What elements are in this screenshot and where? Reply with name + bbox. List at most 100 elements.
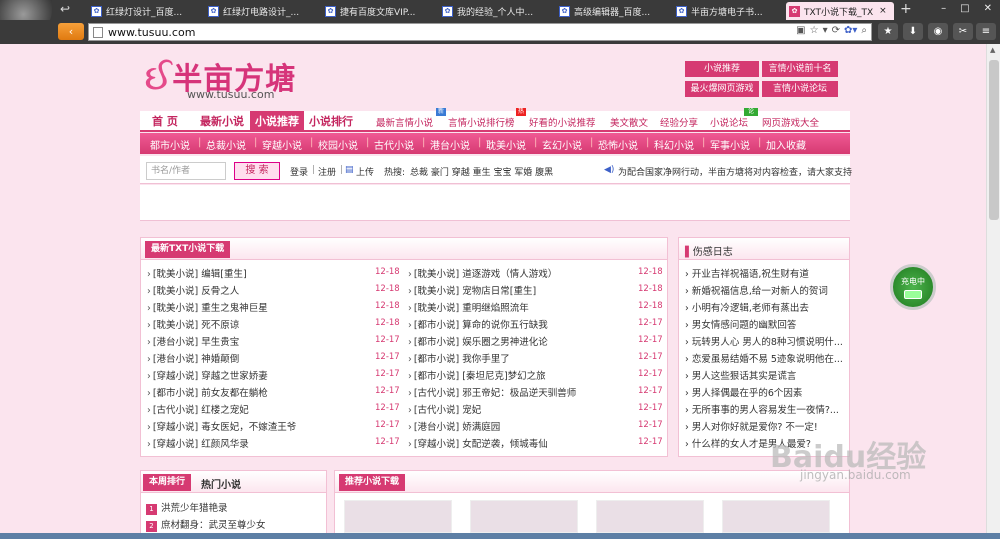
tab-hot-novels[interactable]: 热门小说: [201, 476, 241, 491]
latest-item[interactable]: › [都市小说] 算命的说你五行缺我 12-17: [408, 317, 668, 331]
side-item[interactable]: › 男人对你好就是爱你? 不一定!: [685, 419, 818, 433]
category-link[interactable]: 校园小说: [318, 137, 358, 152]
latest-item[interactable]: › [都市小说] 我你手里了 12-17: [408, 351, 668, 365]
category-link[interactable]: 都市小说: [150, 137, 190, 152]
new-tab-button[interactable]: +: [900, 1, 912, 17]
promo-link[interactable]: 最火爆网页游戏: [685, 81, 759, 97]
rank-item[interactable]: 2 庶材翻身：武灵至尊少女: [146, 517, 266, 532]
tab-3[interactable]: ✿ 捷有百度文库VIP...: [322, 2, 436, 20]
latest-item[interactable]: › [耽美小说] 道逐游戏（情人游戏） 12-18: [408, 266, 668, 280]
search-icon[interactable]: ⌕: [861, 25, 867, 36]
nav-link[interactable]: 经验分享: [660, 115, 698, 129]
nav-link[interactable]: 言情小说排行榜: [448, 115, 515, 129]
tab-6[interactable]: ✿ 半亩方塘电子书...: [673, 2, 783, 20]
latest-item[interactable]: › [耽美小说] 编辑[重生] 12-18: [147, 266, 405, 280]
tools-icon[interactable]: ✂: [953, 23, 973, 40]
category-link[interactable]: 科幻小说: [654, 137, 694, 152]
latest-item[interactable]: › [穿越小说] 女配逆袭，倾城毒仙 12-17: [408, 436, 668, 450]
category-link[interactable]: 港台小说: [430, 137, 470, 152]
charging-widget[interactable]: 充电中: [890, 264, 936, 310]
add-favorite-link[interactable]: 加入收藏: [766, 137, 806, 152]
address-bar[interactable]: www.tusuu.com ▣ ☆ ▾ ⟳ ✿▾ ⌕: [88, 23, 872, 41]
latest-item[interactable]: › [耽美小说] 死不原谅 12-18: [147, 317, 405, 331]
search-input[interactable]: 书名/作者: [146, 162, 226, 180]
latest-item[interactable]: › [港台小说] 神婚颠倒 12-17: [147, 351, 405, 365]
tab-weekly-rank[interactable]: 本周排行: [143, 474, 192, 491]
category-link[interactable]: 恐怖小说: [598, 137, 638, 152]
latest-item[interactable]: › [耽美小说] 宠物店日常[重生] 12-18: [408, 283, 668, 297]
category-link[interactable]: 总裁小说: [206, 137, 246, 152]
side-item[interactable]: › 玩转男人心 男人的8种习惯说明什...: [685, 334, 843, 348]
book-cover[interactable]: [470, 500, 578, 533]
book-cover[interactable]: [344, 500, 452, 533]
side-item[interactable]: › 新婚祝福信息,给一对新人的贺词: [685, 283, 828, 297]
promo-link[interactable]: 言情小说论坛: [762, 81, 838, 97]
book-cover[interactable]: [596, 500, 704, 533]
search-button[interactable]: 搜 索: [234, 162, 280, 180]
minimize-icon[interactable]: –: [941, 3, 946, 14]
scroll-up-icon[interactable]: ▲: [990, 46, 995, 54]
back-arrow-icon[interactable]: ↩: [60, 2, 70, 16]
menu-icon[interactable]: ≡: [976, 23, 996, 40]
promo-link[interactable]: 小说推荐: [685, 61, 759, 77]
side-item[interactable]: › 小明有冷逻辑,老师有蒸出去: [685, 300, 809, 314]
promo-link[interactable]: 言情小说前十名: [762, 61, 838, 77]
latest-item[interactable]: › [港台小说] 早生贵宝 12-17: [147, 334, 405, 348]
rank-item[interactable]: 1 洪荒少年猎艳录: [146, 500, 228, 515]
tab-1[interactable]: ✿ 红绿灯设计_百度...: [88, 2, 202, 20]
download-icon[interactable]: ⬇: [903, 23, 923, 40]
nav-ranking[interactable]: 小说排行: [309, 111, 353, 132]
close-tab-icon[interactable]: ×: [879, 6, 887, 16]
nav-latest[interactable]: 最新小说: [200, 111, 244, 132]
latest-item[interactable]: › [穿越小说] 红颜风华录 12-17: [147, 436, 405, 450]
bookmark-star-icon[interactable]: ☆: [810, 25, 819, 36]
tab-5[interactable]: ✿ 高级编辑器_百度...: [556, 2, 670, 20]
latest-item[interactable]: › [古代小说] 红楼之宠妃 12-17: [147, 402, 405, 416]
side-item[interactable]: › 恋爱虽易结婚不易 5迹象说明他在...: [685, 351, 843, 365]
nav-link[interactable]: 最新言情小说: [376, 115, 433, 129]
nav-link[interactable]: 小说论坛: [710, 115, 748, 129]
latest-item[interactable]: › [耽美小说] 重明继焰照流年 12-18: [408, 300, 668, 314]
side-item[interactable]: › 男女情感问题的幽默回答: [685, 317, 796, 331]
close-window-icon[interactable]: ✕: [984, 3, 992, 14]
side-item[interactable]: › 无所事事的男人容易发生一夜情?...: [685, 402, 839, 416]
latest-item[interactable]: › [穿越小说] 穿越之世家娇妻 12-17: [147, 368, 405, 382]
tab-4[interactable]: ✿ 我的经验_个人中...: [439, 2, 553, 20]
latest-item[interactable]: › [港台小说] 娇满庭园 12-17: [408, 419, 668, 433]
side-item[interactable]: › 男人这些狠话其实是谎言: [685, 368, 796, 382]
book-cover[interactable]: [722, 500, 830, 533]
side-item[interactable]: › 开业吉祥祝福语,祝生财有道: [685, 266, 809, 280]
search-engine-icon[interactable]: ✿▾: [844, 25, 857, 36]
favorites-icon[interactable]: ★: [878, 23, 898, 40]
register-link[interactable]: 注册: [318, 165, 336, 178]
category-link[interactable]: 古代小说: [374, 137, 414, 152]
latest-item[interactable]: › [耽美小说] 重生之鬼神巨星 12-18: [147, 300, 405, 314]
latest-item[interactable]: › [都市小说] 娱乐圈之男神进化论 12-17: [408, 334, 668, 348]
dropdown-icon[interactable]: ▾: [823, 25, 828, 36]
maximize-icon[interactable]: □: [960, 3, 969, 14]
nav-link[interactable]: 网页游戏大全: [762, 115, 819, 129]
login-link[interactable]: 登录: [290, 165, 308, 178]
upload-link[interactable]: 上传: [356, 165, 374, 178]
latest-item[interactable]: › [穿越小说] 毒女医妃，不嫁渣王爷 12-17: [147, 419, 405, 433]
category-link[interactable]: 耽美小说: [486, 137, 526, 152]
tab-active[interactable]: ✿ TXT小说下载_TX ×: [786, 2, 894, 20]
category-link[interactable]: 穿越小说: [262, 137, 302, 152]
category-link[interactable]: 玄幻小说: [542, 137, 582, 152]
scrollbar[interactable]: ▲: [986, 44, 1000, 534]
nav-home[interactable]: 首 页: [152, 111, 178, 132]
scroll-thumb[interactable]: [989, 60, 999, 220]
hot-search-terms[interactable]: 总裁 豪门 穿越 重生 宝宝 军婚 腹黑: [410, 165, 553, 178]
back-button[interactable]: ‹: [58, 23, 84, 40]
nav-recommend[interactable]: 小说推荐: [250, 111, 304, 132]
nav-link[interactable]: 美文散文: [610, 115, 648, 129]
latest-item[interactable]: › [古代小说] 宠妃 12-17: [408, 402, 668, 416]
refresh-icon[interactable]: ⟳: [832, 25, 840, 36]
side-item[interactable]: › 男人择偶最在乎的6个因素: [685, 385, 802, 399]
latest-item[interactable]: › [都市小说] 前女友都在躺枪 12-17: [147, 385, 405, 399]
latest-item[interactable]: › [耽美小说] 反骨之人 12-18: [147, 283, 405, 297]
latest-item[interactable]: › [古代小说] 邪王帝妃：极品逆天驯兽师 12-17: [408, 385, 668, 399]
nav-link[interactable]: 好看的小说推荐: [529, 115, 596, 129]
tab-2[interactable]: ✿ 红绿灯电路设计_...: [205, 2, 319, 20]
compat-icon[interactable]: ▣: [796, 25, 805, 36]
